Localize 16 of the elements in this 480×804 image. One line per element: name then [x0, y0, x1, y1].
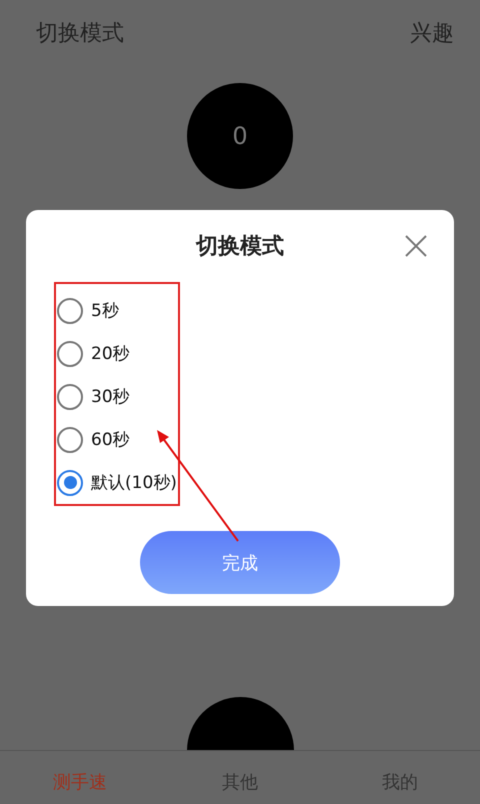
dialog-title: 切换模式: [196, 233, 284, 261]
option-label[interactable]: 30秒: [91, 385, 130, 408]
page-title: 切换模式: [36, 20, 124, 48]
done-button[interactable]: 完成: [140, 531, 340, 594]
radio-button[interactable]: [57, 340, 83, 366]
option-label[interactable]: 默认(10秒): [91, 471, 177, 494]
interest-link[interactable]: 兴趣: [410, 19, 454, 49]
close-icon[interactable]: [404, 234, 428, 258]
option-label[interactable]: 20秒: [91, 342, 130, 365]
radio-button[interactable]: [57, 426, 83, 452]
option-label[interactable]: 5秒: [91, 299, 119, 322]
option-label[interactable]: 60秒: [91, 428, 130, 451]
tap-counter[interactable]: 0: [187, 83, 293, 189]
radio-button[interactable]: [57, 470, 83, 496]
radio-button[interactable]: [57, 298, 83, 324]
radio-button[interactable]: [57, 384, 83, 410]
